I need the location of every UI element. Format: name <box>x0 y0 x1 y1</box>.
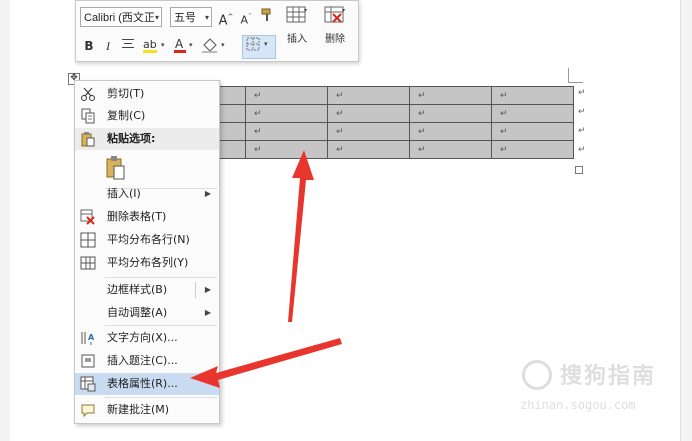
row-end-mark: ↵ <box>578 107 586 117</box>
row-end-mark: ↵ <box>578 145 586 155</box>
watermark-text: 搜狗指南 <box>560 364 657 389</box>
row-end-mark: ↵ <box>578 88 586 98</box>
arrow-to-table-properties <box>190 338 342 388</box>
arrow-up-to-table <box>288 150 314 322</box>
watermark: 搜狗指南 zhinan.sogou.com <box>520 358 690 428</box>
watermark-url: zhinan.sogou.com <box>520 398 636 412</box>
row-end-mark: ↵ <box>578 126 586 136</box>
watermark-logo-icon <box>522 360 552 390</box>
